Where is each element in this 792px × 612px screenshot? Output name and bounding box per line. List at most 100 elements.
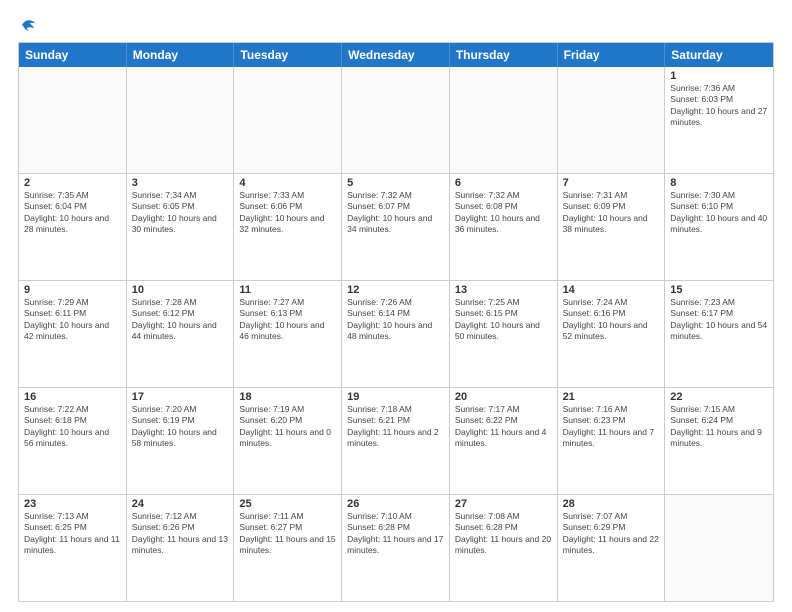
day-number: 8 — [670, 177, 768, 189]
day-number: 13 — [455, 284, 552, 296]
calendar-cell: 19Sunrise: 7:18 AM Sunset: 6:21 PM Dayli… — [342, 388, 450, 494]
day-number: 24 — [132, 498, 229, 510]
day-number: 11 — [239, 284, 336, 296]
logo — [18, 16, 37, 34]
day-info: Sunrise: 7:15 AM Sunset: 6:24 PM Dayligh… — [670, 404, 768, 450]
day-number: 22 — [670, 391, 768, 403]
day-info: Sunrise: 7:18 AM Sunset: 6:21 PM Dayligh… — [347, 404, 444, 450]
day-info: Sunrise: 7:31 AM Sunset: 6:09 PM Dayligh… — [563, 190, 660, 236]
day-number: 16 — [24, 391, 121, 403]
calendar-cell: 25Sunrise: 7:11 AM Sunset: 6:27 PM Dayli… — [234, 495, 342, 601]
calendar-cell: 11Sunrise: 7:27 AM Sunset: 6:13 PM Dayli… — [234, 281, 342, 387]
day-info: Sunrise: 7:20 AM Sunset: 6:19 PM Dayligh… — [132, 404, 229, 450]
calendar-cell: 1Sunrise: 7:36 AM Sunset: 6:03 PM Daylig… — [665, 67, 773, 173]
calendar-cell: 6Sunrise: 7:32 AM Sunset: 6:08 PM Daylig… — [450, 174, 558, 280]
day-info: Sunrise: 7:26 AM Sunset: 6:14 PM Dayligh… — [347, 297, 444, 343]
calendar-cell: 14Sunrise: 7:24 AM Sunset: 6:16 PM Dayli… — [558, 281, 666, 387]
day-info: Sunrise: 7:22 AM Sunset: 6:18 PM Dayligh… — [24, 404, 121, 450]
day-info: Sunrise: 7:35 AM Sunset: 6:04 PM Dayligh… — [24, 190, 121, 236]
day-info: Sunrise: 7:13 AM Sunset: 6:25 PM Dayligh… — [24, 511, 121, 557]
day-number: 27 — [455, 498, 552, 510]
header-day-sunday: Sunday — [19, 43, 127, 67]
calendar-cell — [342, 67, 450, 173]
calendar-cell: 2Sunrise: 7:35 AM Sunset: 6:04 PM Daylig… — [19, 174, 127, 280]
calendar-cell — [665, 495, 773, 601]
calendar-row-1: 1Sunrise: 7:36 AM Sunset: 6:03 PM Daylig… — [19, 67, 773, 173]
day-number: 18 — [239, 391, 336, 403]
day-info: Sunrise: 7:08 AM Sunset: 6:28 PM Dayligh… — [455, 511, 552, 557]
header-day-friday: Friday — [558, 43, 666, 67]
logo-bird-icon — [19, 16, 37, 34]
calendar-cell — [450, 67, 558, 173]
calendar-cell — [19, 67, 127, 173]
calendar-cell: 7Sunrise: 7:31 AM Sunset: 6:09 PM Daylig… — [558, 174, 666, 280]
calendar-cell: 5Sunrise: 7:32 AM Sunset: 6:07 PM Daylig… — [342, 174, 450, 280]
day-number: 23 — [24, 498, 121, 510]
day-number: 5 — [347, 177, 444, 189]
day-number: 19 — [347, 391, 444, 403]
day-info: Sunrise: 7:07 AM Sunset: 6:29 PM Dayligh… — [563, 511, 660, 557]
day-info: Sunrise: 7:30 AM Sunset: 6:10 PM Dayligh… — [670, 190, 768, 236]
calendar-row-5: 23Sunrise: 7:13 AM Sunset: 6:25 PM Dayli… — [19, 494, 773, 601]
day-number: 20 — [455, 391, 552, 403]
day-number: 2 — [24, 177, 121, 189]
calendar-cell — [234, 67, 342, 173]
calendar-cell: 13Sunrise: 7:25 AM Sunset: 6:15 PM Dayli… — [450, 281, 558, 387]
day-info: Sunrise: 7:32 AM Sunset: 6:07 PM Dayligh… — [347, 190, 444, 236]
calendar-cell: 4Sunrise: 7:33 AM Sunset: 6:06 PM Daylig… — [234, 174, 342, 280]
day-number: 25 — [239, 498, 336, 510]
day-info: Sunrise: 7:27 AM Sunset: 6:13 PM Dayligh… — [239, 297, 336, 343]
day-info: Sunrise: 7:17 AM Sunset: 6:22 PM Dayligh… — [455, 404, 552, 450]
day-info: Sunrise: 7:12 AM Sunset: 6:26 PM Dayligh… — [132, 511, 229, 557]
calendar-cell: 27Sunrise: 7:08 AM Sunset: 6:28 PM Dayli… — [450, 495, 558, 601]
day-info: Sunrise: 7:16 AM Sunset: 6:23 PM Dayligh… — [563, 404, 660, 450]
day-info: Sunrise: 7:33 AM Sunset: 6:06 PM Dayligh… — [239, 190, 336, 236]
calendar-cell: 21Sunrise: 7:16 AM Sunset: 6:23 PM Dayli… — [558, 388, 666, 494]
day-number: 1 — [670, 70, 768, 82]
header-day-wednesday: Wednesday — [342, 43, 450, 67]
calendar-cell — [558, 67, 666, 173]
calendar-cell: 10Sunrise: 7:28 AM Sunset: 6:12 PM Dayli… — [127, 281, 235, 387]
day-number: 4 — [239, 177, 336, 189]
page: SundayMondayTuesdayWednesdayThursdayFrid… — [0, 0, 792, 612]
day-info: Sunrise: 7:10 AM Sunset: 6:28 PM Dayligh… — [347, 511, 444, 557]
day-info: Sunrise: 7:32 AM Sunset: 6:08 PM Dayligh… — [455, 190, 552, 236]
calendar-cell: 9Sunrise: 7:29 AM Sunset: 6:11 PM Daylig… — [19, 281, 127, 387]
day-number: 9 — [24, 284, 121, 296]
calendar-cell: 23Sunrise: 7:13 AM Sunset: 6:25 PM Dayli… — [19, 495, 127, 601]
day-info: Sunrise: 7:11 AM Sunset: 6:27 PM Dayligh… — [239, 511, 336, 557]
day-number: 7 — [563, 177, 660, 189]
day-number: 14 — [563, 284, 660, 296]
day-number: 10 — [132, 284, 229, 296]
calendar-row-4: 16Sunrise: 7:22 AM Sunset: 6:18 PM Dayli… — [19, 387, 773, 494]
calendar-body: 1Sunrise: 7:36 AM Sunset: 6:03 PM Daylig… — [19, 67, 773, 601]
day-info: Sunrise: 7:23 AM Sunset: 6:17 PM Dayligh… — [670, 297, 768, 343]
calendar-row-2: 2Sunrise: 7:35 AM Sunset: 6:04 PM Daylig… — [19, 173, 773, 280]
day-info: Sunrise: 7:34 AM Sunset: 6:05 PM Dayligh… — [132, 190, 229, 236]
day-number: 6 — [455, 177, 552, 189]
day-number: 17 — [132, 391, 229, 403]
day-number: 15 — [670, 284, 768, 296]
day-number: 3 — [132, 177, 229, 189]
header-day-tuesday: Tuesday — [234, 43, 342, 67]
day-info: Sunrise: 7:19 AM Sunset: 6:20 PM Dayligh… — [239, 404, 336, 450]
calendar-cell: 12Sunrise: 7:26 AM Sunset: 6:14 PM Dayli… — [342, 281, 450, 387]
calendar-cell: 20Sunrise: 7:17 AM Sunset: 6:22 PM Dayli… — [450, 388, 558, 494]
day-info: Sunrise: 7:28 AM Sunset: 6:12 PM Dayligh… — [132, 297, 229, 343]
header-day-saturday: Saturday — [665, 43, 773, 67]
header — [18, 16, 774, 34]
calendar-cell: 3Sunrise: 7:34 AM Sunset: 6:05 PM Daylig… — [127, 174, 235, 280]
day-number: 12 — [347, 284, 444, 296]
calendar-cell: 22Sunrise: 7:15 AM Sunset: 6:24 PM Dayli… — [665, 388, 773, 494]
calendar-cell: 18Sunrise: 7:19 AM Sunset: 6:20 PM Dayli… — [234, 388, 342, 494]
day-number: 21 — [563, 391, 660, 403]
calendar-header: SundayMondayTuesdayWednesdayThursdayFrid… — [19, 43, 773, 67]
calendar-cell: 28Sunrise: 7:07 AM Sunset: 6:29 PM Dayli… — [558, 495, 666, 601]
day-number: 28 — [563, 498, 660, 510]
header-day-thursday: Thursday — [450, 43, 558, 67]
calendar-cell: 16Sunrise: 7:22 AM Sunset: 6:18 PM Dayli… — [19, 388, 127, 494]
day-info: Sunrise: 7:24 AM Sunset: 6:16 PM Dayligh… — [563, 297, 660, 343]
calendar-cell: 8Sunrise: 7:30 AM Sunset: 6:10 PM Daylig… — [665, 174, 773, 280]
day-info: Sunrise: 7:36 AM Sunset: 6:03 PM Dayligh… — [670, 83, 768, 129]
calendar-cell: 26Sunrise: 7:10 AM Sunset: 6:28 PM Dayli… — [342, 495, 450, 601]
